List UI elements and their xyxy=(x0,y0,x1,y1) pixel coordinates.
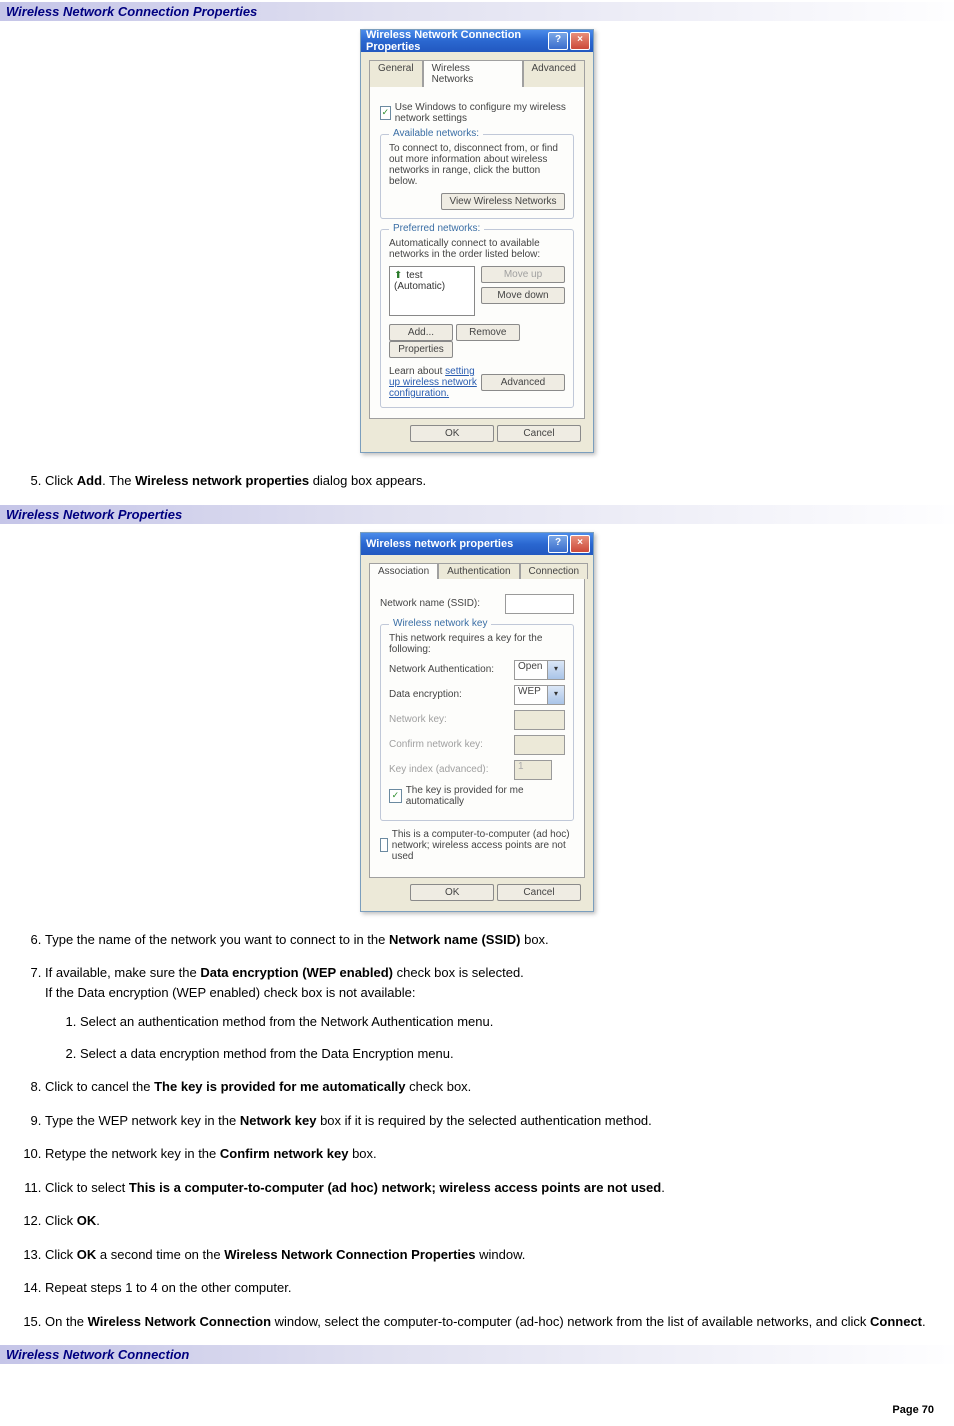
close-icon[interactable]: × xyxy=(570,32,590,50)
preferred-text: Automatically connect to available netwo… xyxy=(389,238,565,260)
dialog1-title: Wireless Network Connection Properties xyxy=(366,29,548,53)
cancel-button[interactable]: Cancel xyxy=(497,425,581,442)
step-11: Click to select This is a computer-to-co… xyxy=(45,1178,934,1198)
step-8: Click to cancel the The key is provided … xyxy=(45,1077,934,1097)
preferred-networks-group: Preferred networks: Automatically connec… xyxy=(380,229,574,408)
step-12: Click OK. xyxy=(45,1211,934,1231)
tab-connection[interactable]: Connection xyxy=(520,563,589,579)
available-legend: Available networks: xyxy=(389,128,483,139)
network-icon: ⬆ xyxy=(394,270,402,281)
page-number: Page 70 xyxy=(0,1364,954,1426)
confirm-key-label: Confirm network key: xyxy=(389,739,514,750)
advanced-button[interactable]: Advanced xyxy=(481,374,565,391)
key-index-label: Key index (advanced): xyxy=(389,764,514,775)
available-networks-group: Available networks: To connect to, disco… xyxy=(380,134,574,219)
section-header-1: Wireless Network Connection Properties xyxy=(0,2,954,21)
move-down-button[interactable]: Move down xyxy=(481,287,565,304)
adhoc-label: This is a computer-to-computer (ad hoc) … xyxy=(392,829,574,862)
key-legend: Wireless network key xyxy=(389,618,491,629)
step-7-1: Select an authentication method from the… xyxy=(80,1012,934,1032)
help-icon[interactable]: ? xyxy=(548,32,568,50)
adhoc-checkbox[interactable] xyxy=(380,838,388,852)
cancel-button[interactable]: Cancel xyxy=(497,884,581,901)
chevron-down-icon[interactable]: ▾ xyxy=(548,660,565,680)
move-up-button[interactable]: Move up xyxy=(481,266,565,283)
network-key-input xyxy=(514,710,565,730)
close-icon[interactable]: × xyxy=(570,535,590,553)
step-13: Click OK a second time on the Wireless N… xyxy=(45,1245,934,1265)
step-6: Type the name of the network you want to… xyxy=(45,930,934,950)
chevron-down-icon[interactable]: ▾ xyxy=(548,685,565,705)
ok-button[interactable]: OK xyxy=(410,884,494,901)
enc-label: Data encryption: xyxy=(389,689,514,700)
ssid-label: Network name (SSID): xyxy=(380,598,505,609)
list-item[interactable]: ⬆test (Automatic) xyxy=(392,269,472,293)
key-provided-checkbox[interactable]: ✓ xyxy=(389,789,402,803)
network-key-label: Network key: xyxy=(389,714,514,725)
key-provided-label: The key is provided for me automatically xyxy=(406,785,565,807)
add-button[interactable]: Add... xyxy=(389,324,453,341)
auth-select[interactable]: Open xyxy=(514,660,548,680)
step-7-2: Select a data encryption method from the… xyxy=(80,1044,934,1064)
learn-text: Learn about xyxy=(389,366,445,377)
tab-association[interactable]: Association xyxy=(369,563,438,579)
step-9: Type the WEP network key in the Network … xyxy=(45,1111,934,1131)
instruction-list-main: Type the name of the network you want to… xyxy=(20,930,934,1332)
step-5: Click Add. The Wireless network properti… xyxy=(45,471,934,491)
instruction-list-top: Click Add. The Wireless network properti… xyxy=(20,471,934,491)
auth-label: Network Authentication: xyxy=(389,664,514,675)
remove-button[interactable]: Remove xyxy=(456,324,520,341)
tab-wireless-networks[interactable]: Wireless Networks xyxy=(423,60,523,87)
wireless-key-group: Wireless network key This network requir… xyxy=(380,624,574,821)
help-icon[interactable]: ? xyxy=(548,535,568,553)
dialog1-container: Wireless Network Connection Properties ?… xyxy=(0,21,954,461)
tab-authentication[interactable]: Authentication xyxy=(438,563,519,579)
dialog2-title: Wireless network properties xyxy=(366,538,513,550)
view-wireless-button[interactable]: View Wireless Networks xyxy=(441,193,565,210)
preferred-list[interactable]: ⬆test (Automatic) xyxy=(389,266,475,316)
step-14: Repeat steps 1 to 4 on the other compute… xyxy=(45,1278,934,1298)
step-7-sublist: Select an authentication method from the… xyxy=(55,1012,934,1063)
dialog2-container: Wireless network properties ? × Associat… xyxy=(0,524,954,920)
connection-properties-dialog: Wireless Network Connection Properties ?… xyxy=(360,29,594,453)
section-header-2: Wireless Network Properties xyxy=(0,505,954,524)
ok-button[interactable]: OK xyxy=(410,425,494,442)
ssid-input[interactable] xyxy=(505,594,574,614)
step-10: Retype the network key in the Confirm ne… xyxy=(45,1144,934,1164)
step-7: If available, make sure the Data encrypt… xyxy=(45,963,934,1063)
use-windows-checkbox[interactable]: ✓ xyxy=(380,106,391,120)
tab-advanced[interactable]: Advanced xyxy=(523,60,585,87)
use-windows-label: Use Windows to configure my wireless net… xyxy=(395,102,574,124)
enc-select[interactable]: WEP xyxy=(514,685,548,705)
network-properties-dialog: Wireless network properties ? × Associat… xyxy=(360,532,594,912)
preferred-legend: Preferred networks: xyxy=(389,223,484,234)
dialog1-titlebar: Wireless Network Connection Properties ?… xyxy=(361,30,593,52)
key-index-input: 1 xyxy=(514,760,552,780)
step-15: On the Wireless Network Connection windo… xyxy=(45,1312,934,1332)
properties-button[interactable]: Properties xyxy=(389,341,453,358)
dialog2-titlebar: Wireless network properties ? × xyxy=(361,533,593,555)
available-text: To connect to, disconnect from, or find … xyxy=(389,143,565,187)
section-header-3: Wireless Network Connection xyxy=(0,1345,954,1364)
confirm-key-input xyxy=(514,735,565,755)
key-text: This network requires a key for the foll… xyxy=(389,633,565,655)
tab-general[interactable]: General xyxy=(369,60,423,87)
